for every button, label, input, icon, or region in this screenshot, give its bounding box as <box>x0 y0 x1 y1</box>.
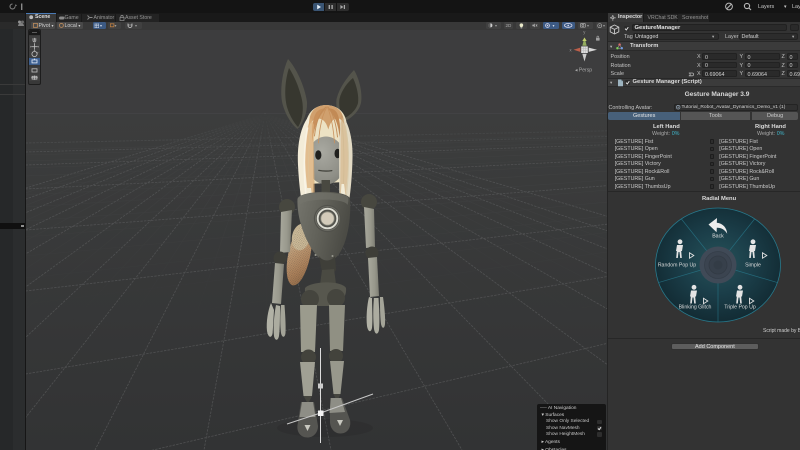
svg-text:Simple: Simple <box>745 262 761 268</box>
svg-text:Triple Pop Up: Triple Pop Up <box>724 304 756 310</box>
svg-text:◂ Persp: ◂ Persp <box>575 67 592 73</box>
svg-text:Random Pop Up: Random Pop Up <box>658 262 696 268</box>
svg-text:Blinking Glitch: Blinking Glitch <box>679 304 712 310</box>
